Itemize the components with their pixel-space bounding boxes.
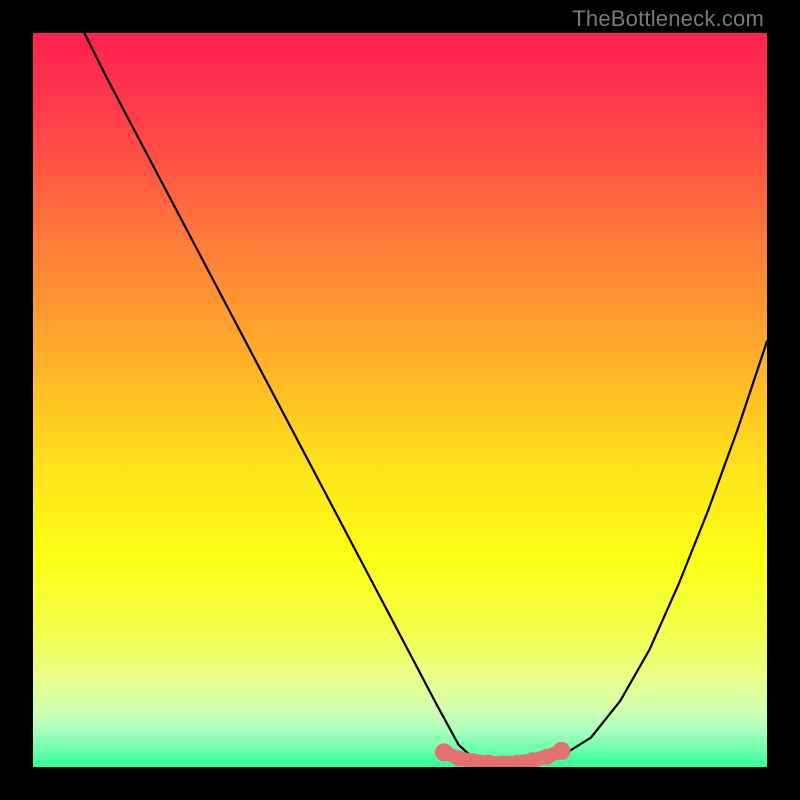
flat-zone-marker-group: [435, 742, 570, 767]
watermark-text: TheBottleneck.com: [572, 6, 764, 32]
flat-zone-marker: [539, 749, 555, 765]
flat-zone-marker: [451, 750, 467, 766]
flat-zone-marker: [552, 742, 570, 760]
chart-plot-area: [33, 33, 767, 767]
bottleneck-curve: [84, 33, 767, 764]
chart-curve-layer: [33, 33, 767, 767]
flat-zone-marker: [435, 743, 453, 761]
